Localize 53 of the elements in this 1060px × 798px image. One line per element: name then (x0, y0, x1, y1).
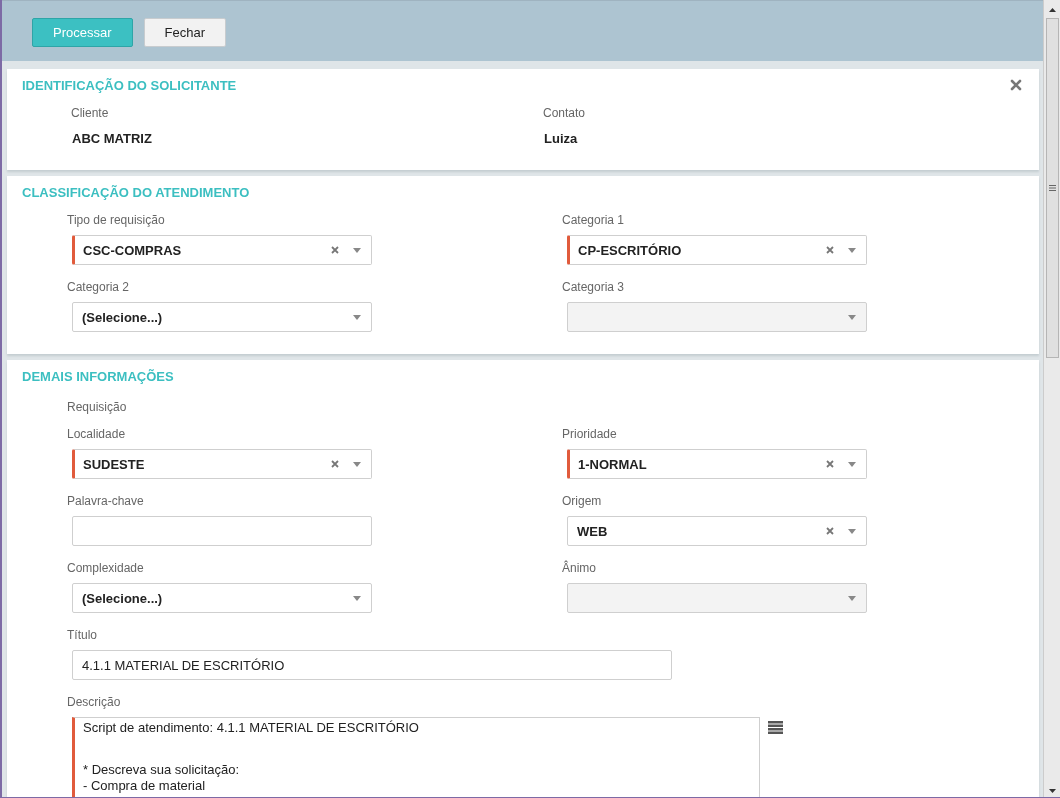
select-field[interactable]: CSC-COMPRAS (72, 235, 372, 265)
clear-icon[interactable] (826, 527, 834, 535)
clear-icon[interactable] (826, 460, 834, 468)
select-field[interactable]: 1-NORMAL (567, 449, 867, 479)
select-field[interactable]: WEB (567, 516, 867, 546)
caret-icon (353, 247, 361, 253)
field-value: ABC MATRIZ (71, 131, 153, 148)
clear-icon[interactable] (331, 460, 339, 468)
keyword-field[interactable] (72, 516, 372, 546)
field-value: Luiza (543, 131, 579, 148)
description-line: * Descreva sua solicitação: (83, 762, 241, 778)
field-label: Descrição (67, 695, 122, 709)
description-line: Script de atendimento: 4.1.1 MATERIAL DE ESCRITÓRIO (83, 720, 420, 736)
field-label: Categoria 1 (562, 213, 626, 227)
title-field[interactable]: 4.1.1 MATERIAL DE ESCRITÓRIO (72, 650, 672, 680)
caret-icon (848, 528, 856, 534)
select-field[interactable]: (Selecione...) (72, 583, 372, 613)
select-field[interactable]: (Selecione...) (72, 302, 372, 332)
select-field[interactable]: SUDESTE (72, 449, 372, 479)
field-label: Origem (562, 494, 603, 508)
caret-icon (353, 595, 361, 601)
caret-icon (353, 461, 361, 467)
field-label: Prioridade (562, 427, 618, 441)
field-label: Título (67, 628, 98, 642)
field-label: Ânimo (562, 561, 597, 575)
caret-icon (848, 595, 856, 601)
clear-icon[interactable] (826, 246, 834, 254)
field-label: Tipo de requisição (67, 213, 166, 227)
field-label: Localidade (67, 427, 127, 441)
field-label: Contato (543, 106, 587, 120)
field-label: Palavra-chave (67, 494, 145, 508)
close-button[interactable]: Fechar (143, 18, 226, 47)
caret-icon (353, 314, 361, 320)
section-title: DEMAIS INFORMAÇÕES (22, 368, 174, 384)
scroll-up-icon[interactable] (1048, 8, 1056, 12)
caret-icon (848, 247, 856, 253)
caret-icon (848, 461, 856, 467)
field-label: Cliente (71, 106, 110, 120)
field-label: Categoria 3 (562, 280, 626, 294)
close-icon[interactable] (1010, 79, 1022, 91)
description-field[interactable]: Script de atendimento: 4.1.1 MATERIAL DE ESCRITÓRIO * Descreva sua solicitação: - Compra de material (72, 717, 760, 797)
select-field[interactable]: CP-ESCRITÓRIO (567, 235, 867, 265)
subsection-label: Requisição (67, 400, 127, 414)
field-label: Categoria 2 (67, 280, 131, 294)
scroll-down-icon[interactable] (1048, 789, 1056, 793)
grip-icon (1048, 185, 1056, 191)
description-line: - Compra de material (83, 778, 207, 794)
clear-icon[interactable] (331, 246, 339, 254)
field-label: Complexidade (67, 561, 145, 575)
section-title: IDENTIFICAÇÃO DO SOLICITANTE (22, 77, 237, 93)
caret-icon (848, 314, 856, 320)
menu-icon[interactable] (768, 721, 783, 734)
section-title: CLASSIFICAÇÃO DO ATENDIMENTO (22, 184, 250, 200)
